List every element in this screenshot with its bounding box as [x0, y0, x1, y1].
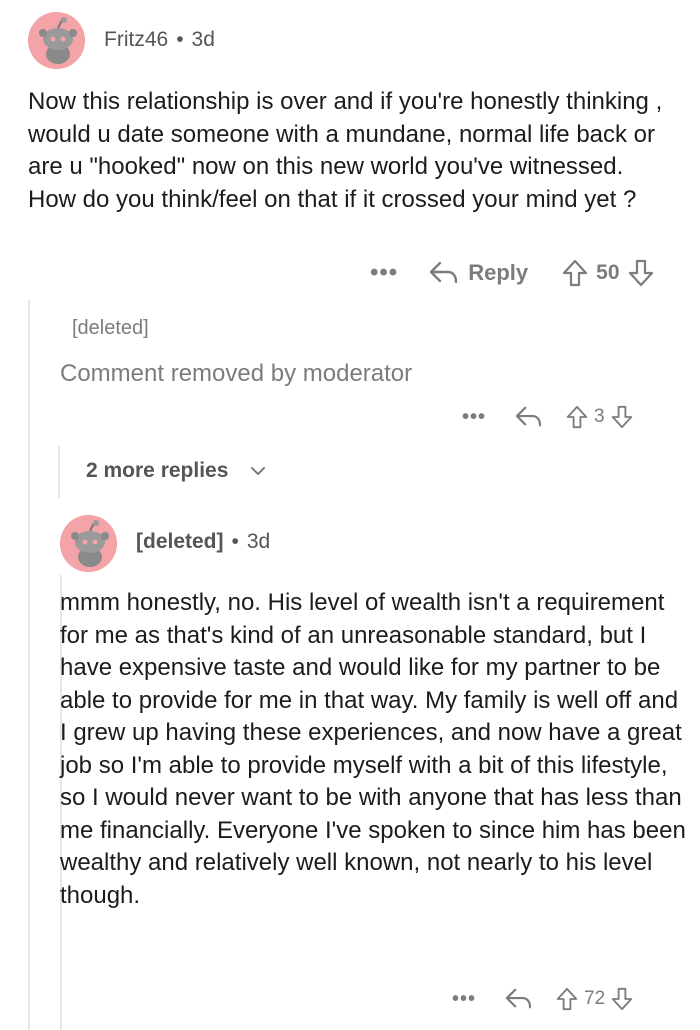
username[interactable]: Fritz46	[104, 28, 168, 51]
more-replies-label: 2 more replies	[86, 459, 229, 482]
more-options-button[interactable]: •••	[452, 988, 476, 1011]
comment-actions: ••• 3	[462, 402, 633, 432]
separator: •	[176, 28, 184, 51]
downvote-button[interactable]	[611, 987, 633, 1011]
separator: •	[231, 530, 239, 553]
upvote-button[interactable]	[556, 987, 578, 1011]
downvote-button[interactable]	[611, 405, 633, 429]
avatar[interactable]	[28, 12, 85, 69]
reply-button[interactable]	[504, 987, 532, 1011]
comment-meta: Fritz46 • 3d	[104, 28, 215, 52]
more-options-button[interactable]: •••	[370, 259, 398, 287]
reply-button[interactable]	[514, 405, 542, 429]
snoo-avatar-icon	[28, 12, 85, 69]
more-options-button[interactable]: •••	[462, 406, 486, 429]
comment-meta: [deleted]	[72, 317, 149, 340]
comment-meta: [deleted] • 3d	[136, 530, 270, 554]
upvote-button[interactable]	[566, 405, 588, 429]
comment-body: Now this relationship is over and if you…	[28, 88, 663, 213]
avatar[interactable]	[60, 515, 117, 572]
snoo-avatar-icon	[60, 515, 117, 572]
removed-notice: Comment removed by moderator	[60, 360, 413, 387]
vote-score: 72	[584, 988, 606, 1009]
downvote-arrow-icon	[611, 987, 633, 1011]
reply-arrow-icon	[515, 406, 542, 427]
upvote-button[interactable]	[562, 259, 588, 287]
downvote-arrow-icon	[611, 405, 632, 429]
vote-score: 3	[594, 406, 605, 427]
comment-body: mmm honestly, no. His level of wealth is…	[60, 589, 686, 909]
chevron-down-icon	[251, 467, 266, 475]
username[interactable]: [deleted]	[136, 530, 224, 553]
comment-actions: ••• Reply 50	[370, 256, 654, 290]
thread-line-nested[interactable]	[58, 446, 60, 498]
more-replies-button[interactable]: 2 more replies	[86, 459, 266, 483]
reply-arrow-icon	[430, 261, 458, 284]
comment-age: 3d	[191, 28, 215, 51]
upvote-arrow-icon	[563, 259, 588, 287]
vote-score: 50	[596, 261, 620, 284]
comment-actions: ••• 72	[452, 984, 633, 1014]
comment-age: 3d	[246, 530, 271, 553]
thread-line[interactable]	[28, 300, 30, 1030]
downvote-button[interactable]	[628, 259, 654, 287]
upvote-arrow-icon	[566, 405, 588, 429]
upvote-arrow-icon	[556, 987, 578, 1011]
reply-label: Reply	[468, 260, 529, 285]
reply-arrow-icon	[505, 988, 532, 1009]
reply-button[interactable]: Reply	[428, 260, 528, 286]
downvote-arrow-icon	[628, 259, 653, 287]
username: [deleted]	[72, 317, 149, 339]
